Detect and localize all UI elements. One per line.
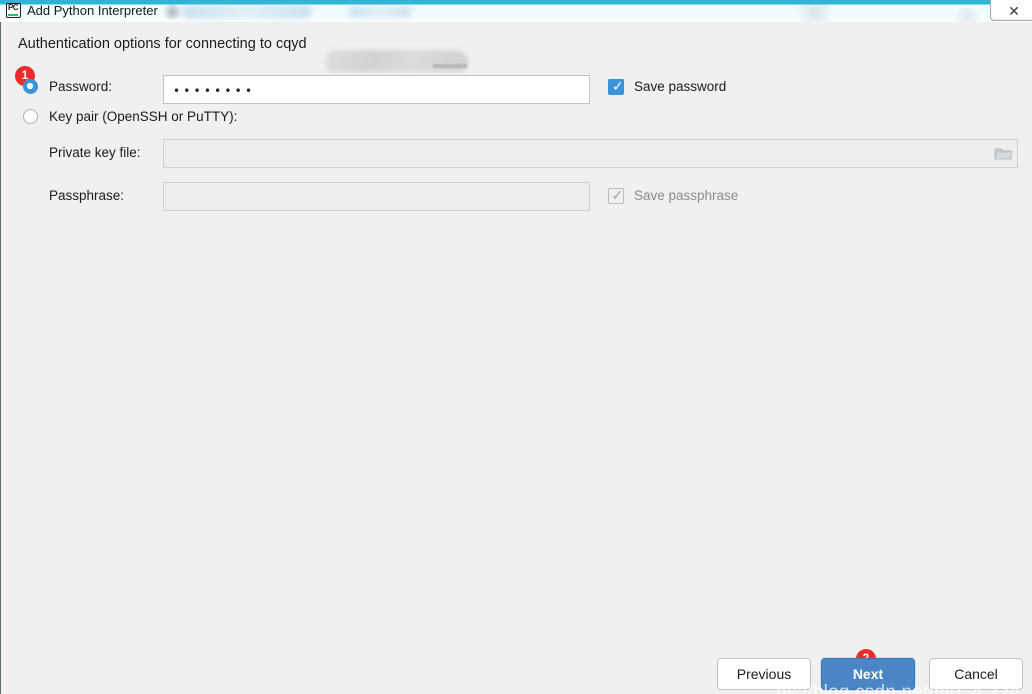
save-passphrase-label: Save passphrase: [634, 188, 739, 203]
save-password-label: Save password: [634, 79, 727, 94]
private-key-input[interactable]: [163, 139, 1018, 168]
keypair-row: Key pair (OpenSSH or PuTTY):: [1, 108, 1032, 132]
passphrase-input[interactable]: [163, 182, 590, 211]
pycharm-icon-bar: [8, 14, 18, 16]
close-icon: ✕: [1008, 3, 1020, 19]
titlebar-redacted-text-2: [348, 7, 412, 18]
window-titlebar: PC Add Python Interpreter ✕: [0, 0, 1032, 28]
titlebar-redaction-blob: [163, 4, 182, 20]
private-key-row: Private key file:: [1, 138, 1032, 170]
private-key-label: Private key file:: [49, 145, 141, 160]
pycharm-icon-text: PC: [7, 3, 19, 12]
page-title: Authentication options for connecting to…: [18, 36, 307, 52]
cancel-button[interactable]: Cancel: [929, 658, 1023, 690]
titlebar-redacted-text: [182, 6, 312, 19]
next-button[interactable]: Next: [821, 658, 915, 690]
password-input-value: ••••••••: [173, 84, 256, 98]
password-row: Password: •••••••• ✓ Save password: [1, 70, 1032, 104]
pycharm-icon: PC: [6, 3, 21, 18]
keypair-label: Key pair (OpenSSH or PuTTY):: [49, 109, 238, 124]
previous-button[interactable]: Previous: [717, 658, 811, 690]
save-passphrase-checkbox[interactable]: ✓: [608, 188, 624, 204]
password-radio[interactable]: [23, 79, 38, 94]
folder-icon: [994, 148, 1013, 160]
keypair-radio[interactable]: [23, 109, 38, 124]
header-redacted-host: [326, 50, 468, 72]
header-redacted-host-tail: [433, 64, 467, 68]
browse-private-key-button[interactable]: [989, 140, 1017, 167]
passphrase-row: Passphrase: ✓ Save passphrase: [1, 180, 1032, 212]
passphrase-label: Passphrase:: [49, 188, 125, 203]
add-python-interpreter-dialog: PC Add Python Interpreter ✕ Authenticati…: [0, 0, 1032, 694]
check-icon-disabled: ✓: [611, 188, 624, 204]
window-title: Add Python Interpreter: [27, 3, 158, 18]
password-label: Password:: [49, 79, 113, 94]
dialog-content: Authentication options for connecting to…: [0, 22, 1032, 694]
save-password-checkbox[interactable]: ✓: [608, 79, 624, 95]
check-icon: ✓: [612, 79, 624, 95]
close-button[interactable]: ✕: [990, 0, 1032, 21]
password-input[interactable]: ••••••••: [163, 75, 590, 104]
